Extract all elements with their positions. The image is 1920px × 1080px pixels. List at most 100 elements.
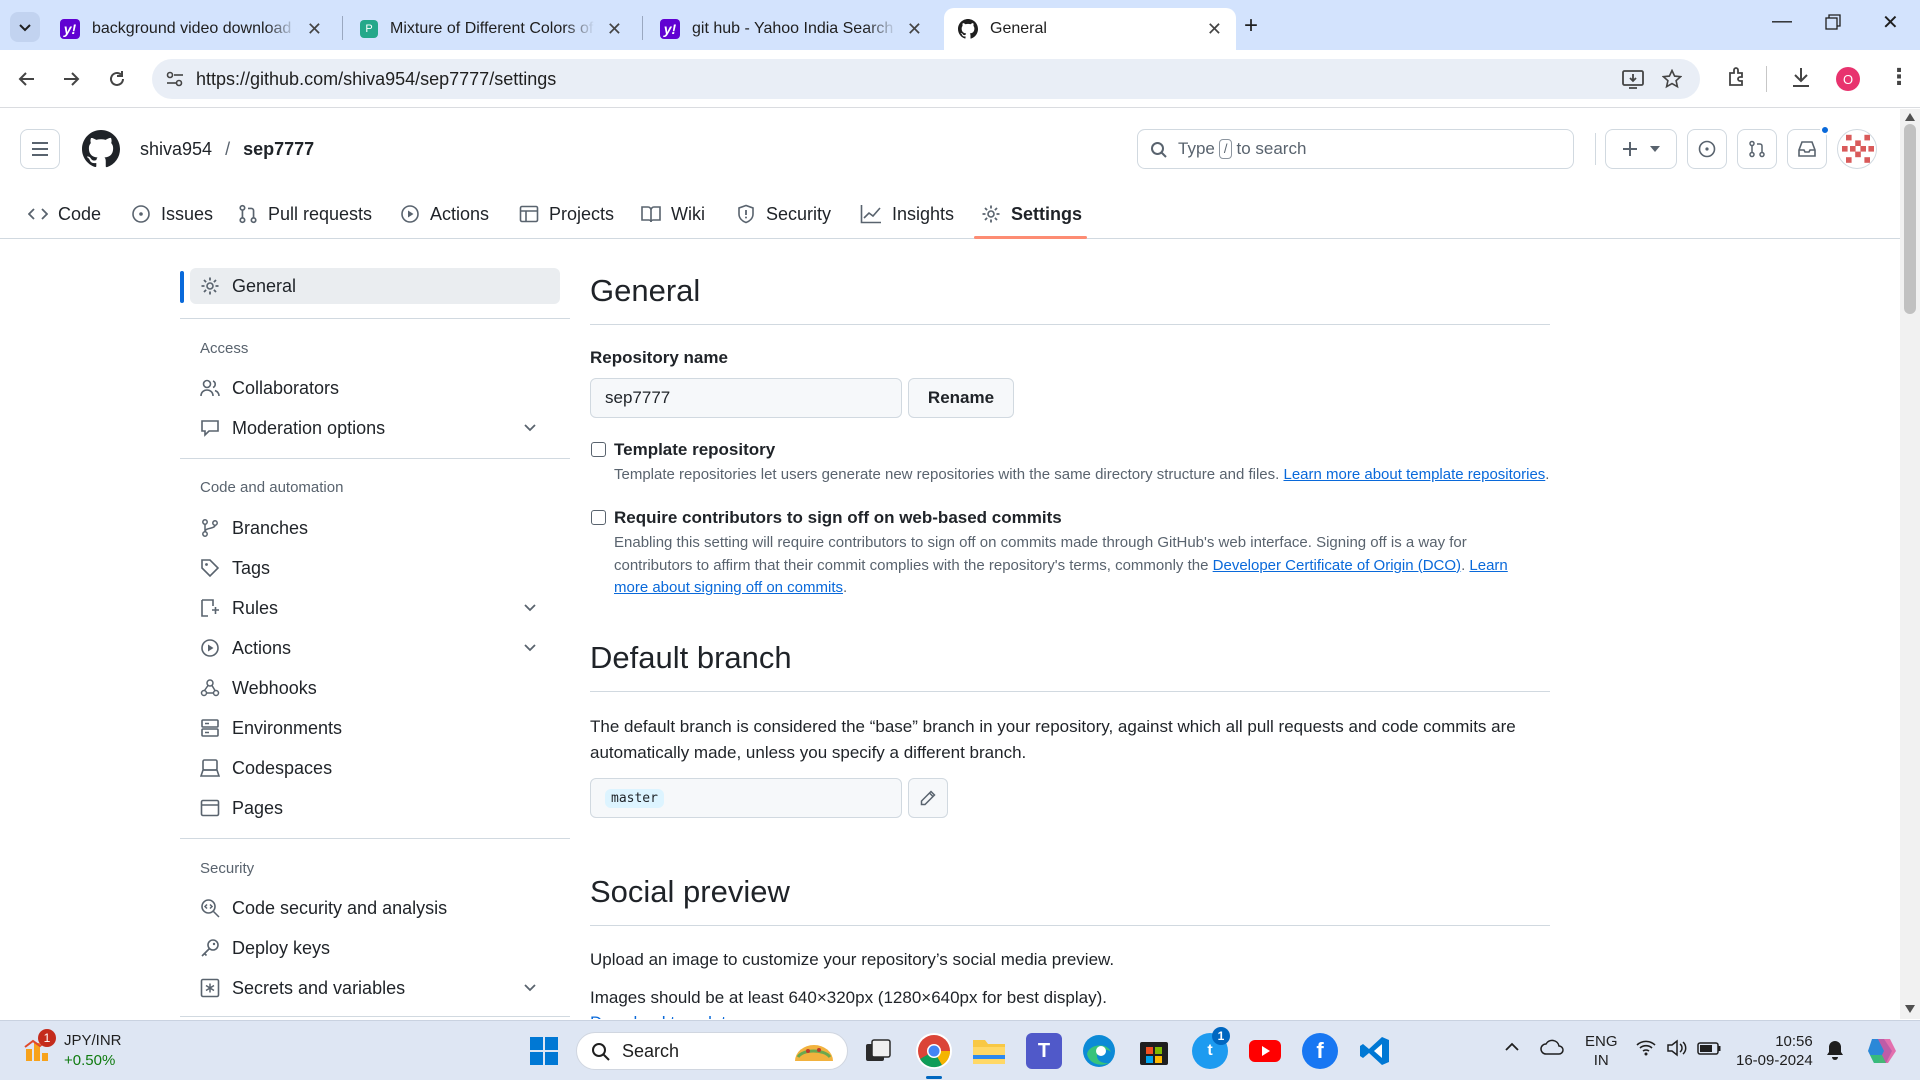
- inbox-button[interactable]: [1787, 125, 1830, 169]
- teams-button[interactable]: T: [1026, 1033, 1062, 1069]
- template-repository-checkbox[interactable]: [591, 442, 606, 457]
- profile-avatar[interactable]: O: [1836, 67, 1860, 91]
- repo-link[interactable]: sep7777: [243, 139, 314, 159]
- task-view-button[interactable]: [860, 1033, 896, 1069]
- user-avatar[interactable]: [1837, 129, 1877, 169]
- sidebar-item-code-security[interactable]: Code security and analysis: [190, 890, 560, 926]
- minimize-button[interactable]: —: [1772, 10, 1792, 33]
- tab-settings[interactable]: Settings: [981, 189, 1082, 239]
- issues-button[interactable]: [1687, 129, 1727, 169]
- sidebar-item-deploy-keys[interactable]: Deploy keys: [190, 930, 560, 966]
- tab-search-button[interactable]: [10, 12, 40, 42]
- install-app-icon[interactable]: [1622, 69, 1644, 89]
- sidebar-item-moderation-options[interactable]: Moderation options: [190, 410, 560, 446]
- browser-tab-active[interactable]: General ✕: [944, 8, 1236, 50]
- repo-name-input[interactable]: sep7777: [590, 378, 902, 418]
- onedrive-button[interactable]: [1540, 1039, 1564, 1055]
- tab-issues[interactable]: Issues: [131, 189, 213, 239]
- scroll-up-icon[interactable]: [1905, 113, 1915, 121]
- weather-widget[interactable]: 1: [22, 1029, 56, 1065]
- close-icon[interactable]: ✕: [907, 19, 922, 40]
- close-icon[interactable]: ✕: [607, 19, 622, 40]
- template-repository-label[interactable]: Template repository: [614, 440, 775, 460]
- sidebar-item-codespaces[interactable]: Codespaces: [190, 750, 560, 786]
- tab-wiki[interactable]: Wiki: [641, 189, 705, 239]
- dco-link[interactable]: Developer Certificate of Origin (DCO): [1213, 557, 1461, 574]
- chevron-down-icon[interactable]: [522, 419, 538, 435]
- task-view-icon: [866, 1039, 891, 1061]
- tab-actions[interactable]: Actions: [400, 189, 489, 239]
- store-button[interactable]: [1136, 1033, 1172, 1069]
- chevron-down-icon[interactable]: [522, 979, 538, 995]
- quick-settings[interactable]: [1636, 1038, 1726, 1058]
- browser-tab-2[interactable]: P Mixture of Different Colors of In ✕: [346, 8, 636, 50]
- menu-dots-icon[interactable]: ⋮: [1888, 64, 1910, 90]
- tab-projects[interactable]: Projects: [519, 189, 614, 239]
- tab-insights[interactable]: Insights: [860, 189, 954, 239]
- browser-tab-3[interactable]: y! git hub - Yahoo India Search Re ✕: [646, 8, 936, 50]
- search-placeholder-end: to search: [1236, 139, 1307, 158]
- tab-pull-requests[interactable]: Pull requests: [238, 189, 372, 239]
- url-text[interactable]: https://github.com/shiva954/sep7777/sett…: [196, 69, 556, 90]
- forward-button[interactable]: [56, 64, 86, 94]
- tray-overflow-button[interactable]: [1504, 1039, 1520, 1055]
- copilot-button[interactable]: [1866, 1035, 1898, 1067]
- start-button[interactable]: [526, 1033, 562, 1069]
- clock[interactable]: 10:56 16-09-2024: [1736, 1032, 1813, 1070]
- twitter-button[interactable]: t 1: [1192, 1027, 1230, 1069]
- language-indicator[interactable]: ENG IN: [1585, 1032, 1618, 1070]
- tab-code[interactable]: Code: [28, 189, 101, 239]
- facebook-button[interactable]: f: [1302, 1033, 1338, 1069]
- page-scrollbar[interactable]: [1900, 109, 1920, 1019]
- pull-requests-button[interactable]: [1737, 129, 1777, 169]
- signoff-checkbox[interactable]: [591, 510, 606, 525]
- omnibox[interactable]: https://github.com/shiva954/sep7777/sett…: [152, 59, 1700, 99]
- sidebar-item-webhooks[interactable]: Webhooks: [190, 670, 560, 706]
- close-window-button[interactable]: ✕: [1882, 10, 1899, 35]
- sidebar-item-tags[interactable]: Tags: [190, 550, 560, 586]
- sidebar-item-collaborators[interactable]: Collaborators: [190, 370, 560, 406]
- owner-link[interactable]: shiva954: [140, 139, 212, 159]
- vscode-button[interactable]: [1357, 1033, 1393, 1069]
- search-input[interactable]: Type / to search: [1137, 129, 1574, 169]
- default-branch-field: master: [590, 778, 902, 818]
- chrome-taskbar-button[interactable]: [916, 1033, 952, 1069]
- edge-button[interactable]: [1081, 1033, 1117, 1069]
- close-icon[interactable]: ✕: [1207, 19, 1222, 40]
- edit-default-branch-button[interactable]: [908, 778, 948, 818]
- file-explorer-button[interactable]: [971, 1033, 1007, 1069]
- tab-security[interactable]: Security: [736, 189, 831, 239]
- youtube-button[interactable]: [1247, 1033, 1283, 1069]
- star-icon[interactable]: [1662, 69, 1682, 89]
- back-button[interactable]: [12, 64, 42, 94]
- close-icon[interactable]: ✕: [307, 19, 322, 40]
- rename-button[interactable]: Rename: [908, 378, 1014, 418]
- extensions-icon[interactable]: [1726, 66, 1748, 88]
- sidebar-item-general[interactable]: General: [190, 268, 560, 304]
- scroll-down-icon[interactable]: [1905, 1005, 1915, 1013]
- sidebar-item-actions[interactable]: Actions: [190, 630, 560, 666]
- reload-button[interactable]: [102, 64, 132, 94]
- download-template-link[interactable]: Download template: [590, 1010, 736, 1019]
- scrollbar-thumb[interactable]: [1904, 124, 1916, 314]
- new-tab-button[interactable]: +: [1244, 12, 1258, 40]
- sidebar-item-branches[interactable]: Branches: [190, 510, 560, 546]
- ticker-text[interactable]: JPY/INR +0.50%: [64, 1031, 122, 1071]
- hamburger-button[interactable]: [20, 129, 60, 169]
- chevron-down-icon[interactable]: [522, 599, 538, 615]
- browser-tab-1[interactable]: y! background video download - Y ✕: [46, 8, 336, 50]
- taskbar-search[interactable]: Search: [576, 1032, 848, 1070]
- sidebar-item-rules[interactable]: Rules: [190, 590, 560, 626]
- github-logo-icon[interactable]: [82, 130, 120, 168]
- template-learn-more-link[interactable]: Learn more about template repositories: [1283, 466, 1545, 483]
- site-info-icon[interactable]: [166, 71, 184, 87]
- signoff-label[interactable]: Require contributors to sign off on web-…: [614, 508, 1062, 528]
- chevron-down-icon[interactable]: [522, 639, 538, 655]
- restore-button[interactable]: [1825, 14, 1841, 30]
- notifications-button[interactable]: [1826, 1040, 1844, 1060]
- download-icon[interactable]: [1790, 66, 1812, 88]
- sidebar-item-environments[interactable]: Environments: [190, 710, 560, 746]
- sidebar-item-pages[interactable]: Pages: [190, 790, 560, 826]
- sidebar-item-secrets[interactable]: Secrets and variables: [190, 970, 560, 1006]
- create-new-button[interactable]: [1605, 129, 1677, 169]
